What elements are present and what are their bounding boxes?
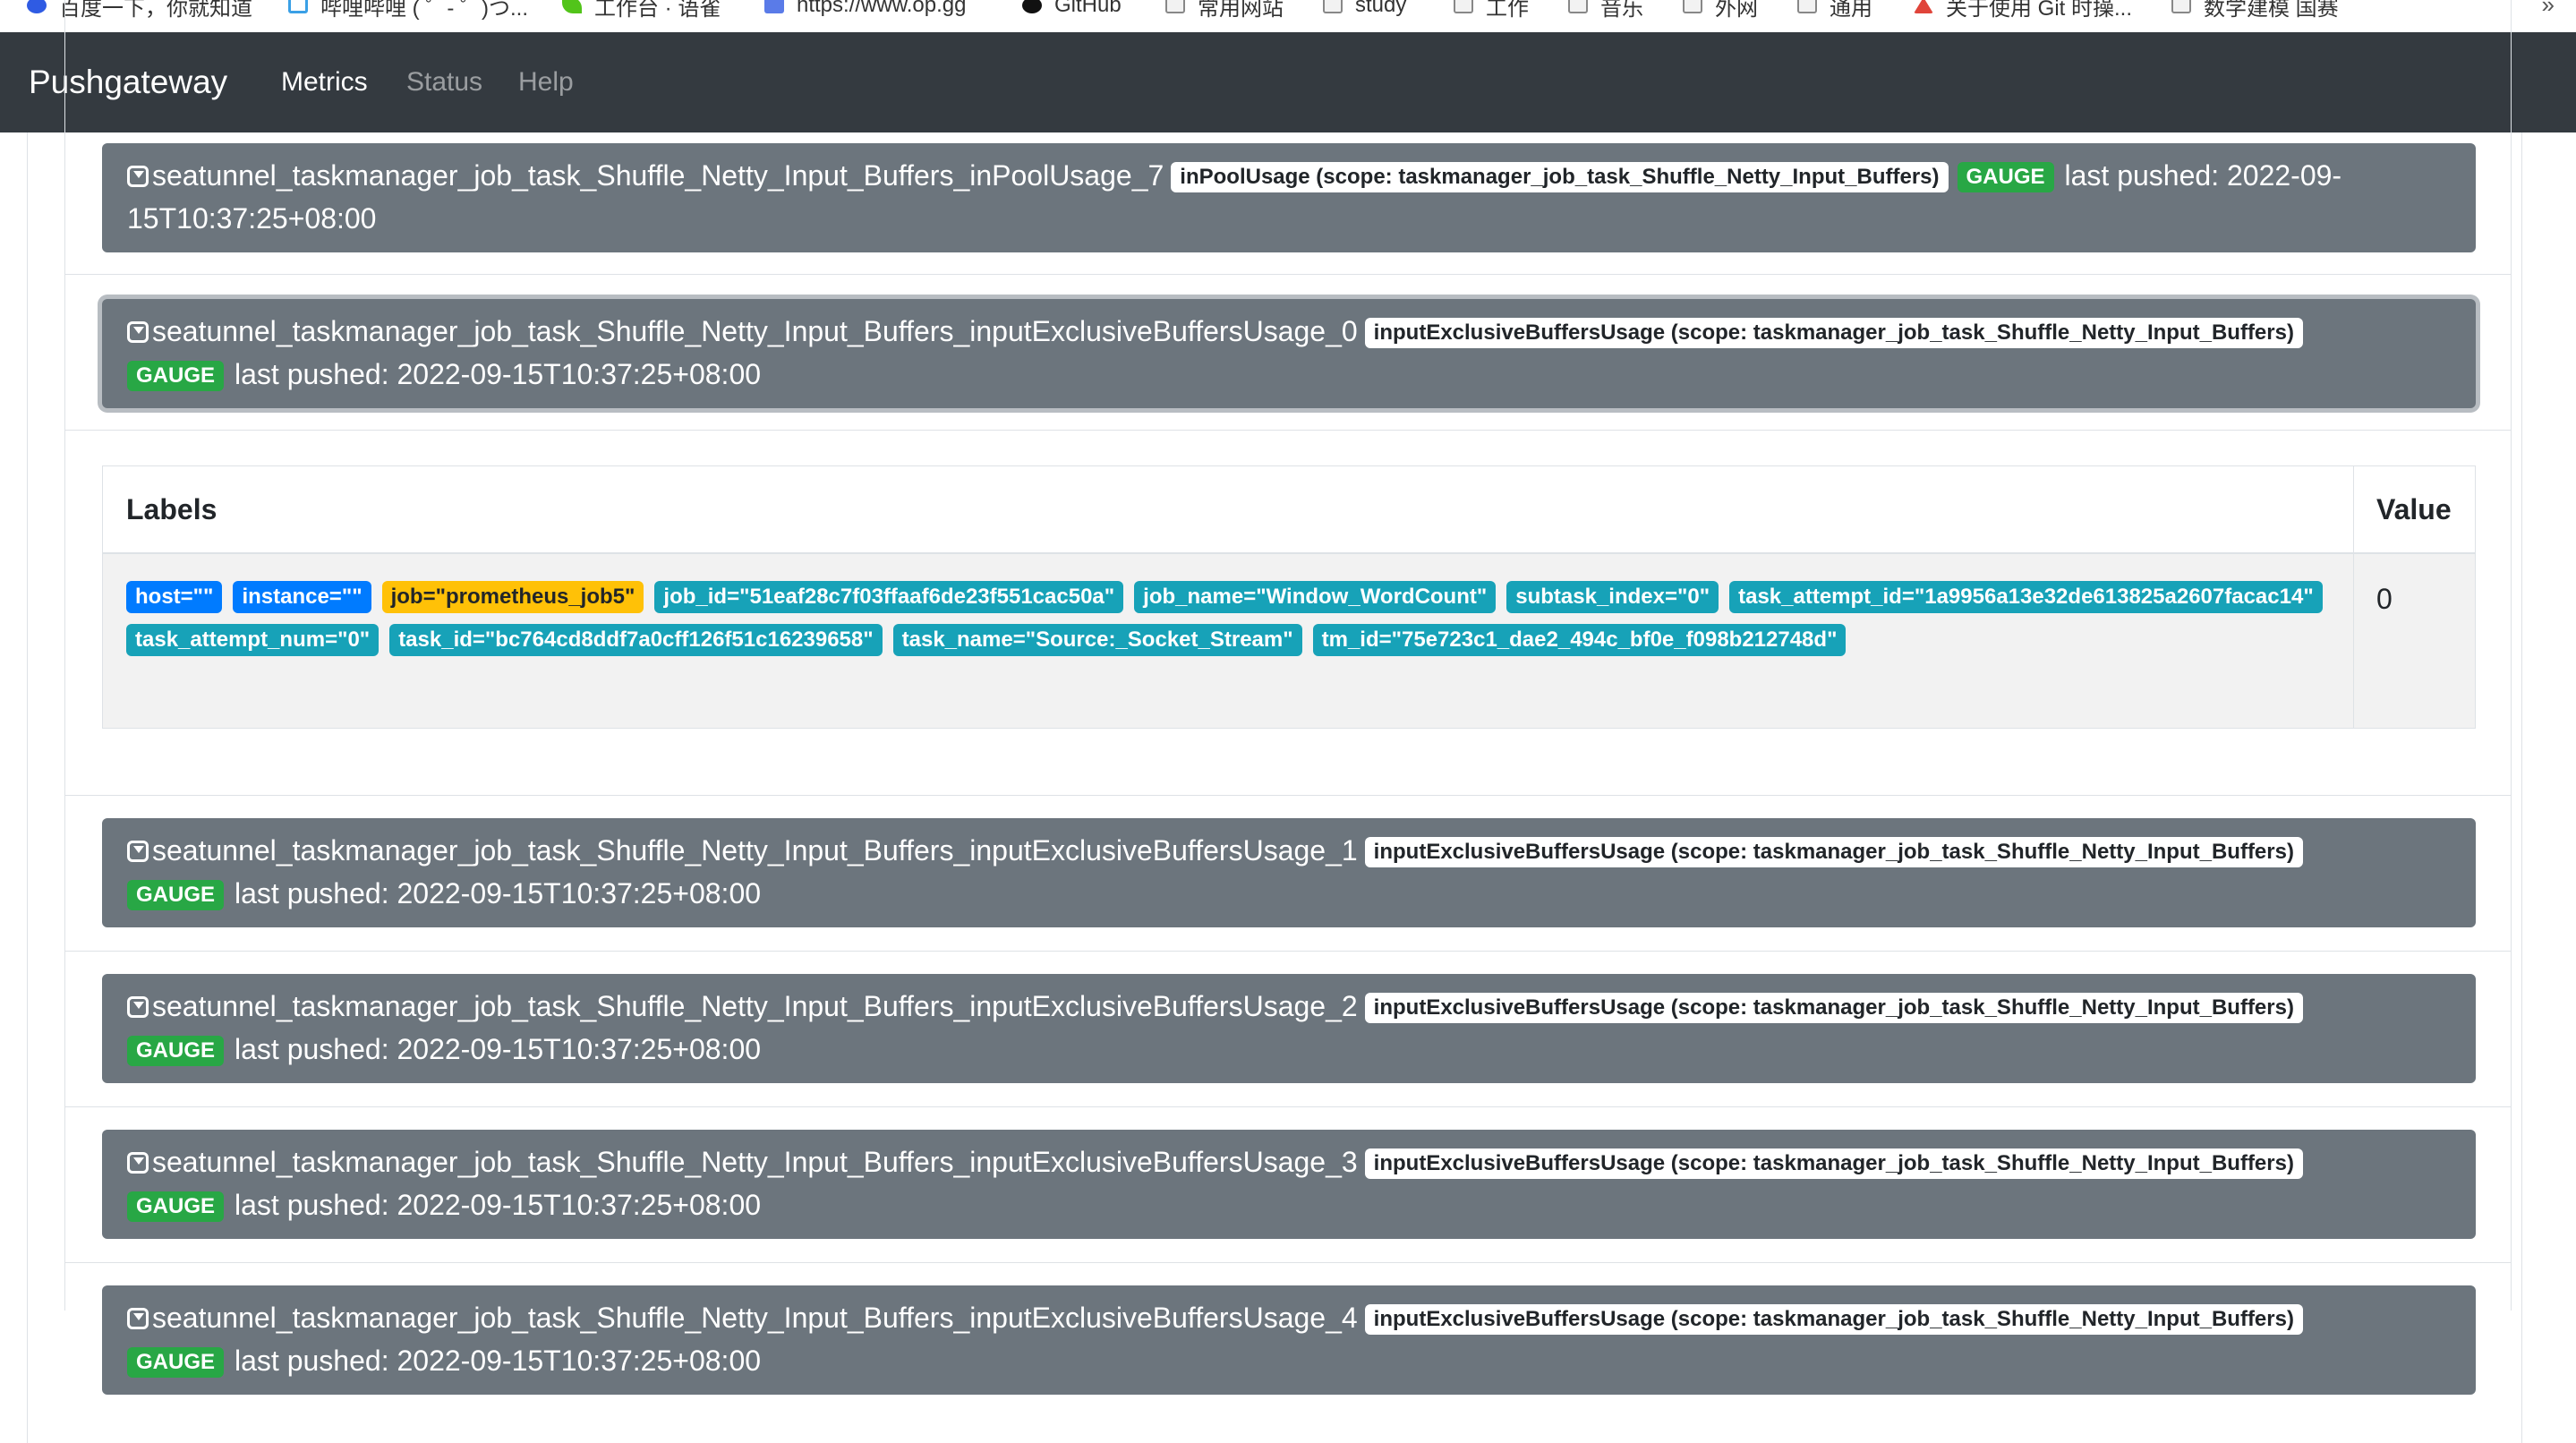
metric-help-badge: inputExclusiveBuffersUsage (scope: taskm… (1364, 318, 2303, 348)
metric-value: 0 (2376, 583, 2393, 615)
divider (64, 951, 2511, 952)
last-pushed: last pushed: 2022-09-15T10:37:25+08:00 (235, 1345, 762, 1377)
metric-card[interactable]: seatunnel_taskmanager_job_task_Shuffle_N… (102, 818, 2476, 927)
metric-card[interactable]: seatunnel_taskmanager_job_task_Shuffle_N… (102, 1285, 2476, 1395)
divider (64, 795, 2511, 796)
label-badge-task-name: task_name="Source:_Socket_Stream" (892, 624, 1302, 656)
last-pushed: last pushed: 2022-09-15T10:37:25+08:00 (235, 877, 762, 909)
metric-help-badge: inputExclusiveBuffersUsage (scope: taskm… (1364, 993, 2303, 1023)
label-badge-host: host="" (126, 581, 223, 613)
metric-card-expanded[interactable]: seatunnel_taskmanager_job_task_Shuffle_N… (102, 299, 2476, 408)
expand-toggle-icon[interactable] (127, 841, 149, 862)
labels-table: Labels Value host="" instance="" job="pr… (102, 465, 2476, 729)
last-pushed: last pushed: 2022-09-15T10:37:25+08:00 (235, 1033, 762, 1065)
label-badge-task-attempt-id: task_attempt_id="1a9956a13e32de613825a26… (1729, 581, 2323, 613)
expand-toggle-icon[interactable] (127, 996, 149, 1018)
column-divider (2353, 466, 2354, 552)
divider (64, 1262, 2511, 1263)
metric-card[interactable]: seatunnel_taskmanager_job_task_Shuffle_N… (102, 974, 2476, 1083)
metric-name: seatunnel_taskmanager_job_task_Shuffle_N… (152, 1146, 1358, 1178)
metric-name: seatunnel_taskmanager_job_task_Shuffle_N… (152, 159, 1164, 192)
metric-type-badge: GAUGE (127, 1191, 225, 1222)
bookmarks-more-button[interactable]: » (2542, 0, 2555, 19)
divider (64, 1106, 2511, 1107)
metric-type-badge: GAUGE (127, 1347, 225, 1378)
collapse-toggle-icon[interactable] (127, 321, 149, 343)
metric-name: seatunnel_taskmanager_job_task_Shuffle_N… (152, 1302, 1358, 1334)
paw-icon (27, 0, 47, 13)
expand-toggle-icon[interactable] (127, 1308, 149, 1329)
column-divider (2353, 554, 2354, 728)
metric-name: seatunnel_taskmanager_job_task_Shuffle_N… (152, 315, 1358, 347)
metric-type-badge: GAUGE (127, 880, 225, 910)
divider (64, 274, 2511, 275)
label-badge-job: job="prometheus_job5" (381, 581, 644, 613)
metric-type-badge: GAUGE (1957, 162, 2054, 192)
label-badge-job-name: job_name="Window_WordCount" (1134, 581, 1497, 613)
metric-type-badge: GAUGE (127, 361, 225, 391)
last-pushed: last pushed: 2022-09-15T10:37:25+08:00 (235, 1189, 762, 1221)
divider (64, 430, 2511, 431)
label-badge-subtask-index: subtask_index="0" (1506, 581, 1719, 613)
metric-help-badge: inPoolUsage (scope: taskmanager_job_task… (1171, 162, 1949, 192)
metric-name: seatunnel_taskmanager_job_task_Shuffle_N… (152, 990, 1358, 1022)
label-list: host="" instance="" job="prometheus_job5… (126, 581, 2328, 656)
metric-name: seatunnel_taskmanager_job_task_Shuffle_N… (152, 834, 1358, 867)
metric-help-badge: inputExclusiveBuffersUsage (scope: taskm… (1364, 1304, 2303, 1335)
metric-help-badge: inputExclusiveBuffersUsage (scope: taskm… (1364, 837, 2303, 867)
metric-card[interactable]: seatunnel_taskmanager_job_task_Shuffle_N… (102, 143, 2476, 252)
label-badge-task-attempt-num: task_attempt_num="0" (126, 624, 380, 656)
table-row: host="" instance="" job="prometheus_job5… (103, 554, 2475, 728)
table-header-row: Labels Value (103, 466, 2475, 554)
label-badge-instance: instance="" (233, 581, 371, 613)
metric-type-badge: GAUGE (127, 1036, 225, 1066)
value-header: Value (2376, 493, 2452, 525)
expand-toggle-icon[interactable] (127, 166, 149, 187)
metric-card[interactable]: seatunnel_taskmanager_job_task_Shuffle_N… (102, 1130, 2476, 1239)
label-badge-job-id: job_id="51eaf28c7f03ffaaf6de23f551cac50a… (654, 581, 1124, 613)
expand-toggle-icon[interactable] (127, 1152, 149, 1174)
last-pushed: last pushed: 2022-09-15T10:37:25+08:00 (235, 358, 762, 390)
label-badge-task-id: task_id="bc764cd8ddf7a0cff126f51c1623965… (389, 624, 883, 656)
labels-header: Labels (126, 493, 218, 525)
label-badge-tm-id: tm_id="75e723c1_dae2_494c_bf0e_f098b2127… (1312, 624, 1847, 656)
metric-help-badge: inputExclusiveBuffersUsage (scope: taskm… (1364, 1148, 2303, 1179)
